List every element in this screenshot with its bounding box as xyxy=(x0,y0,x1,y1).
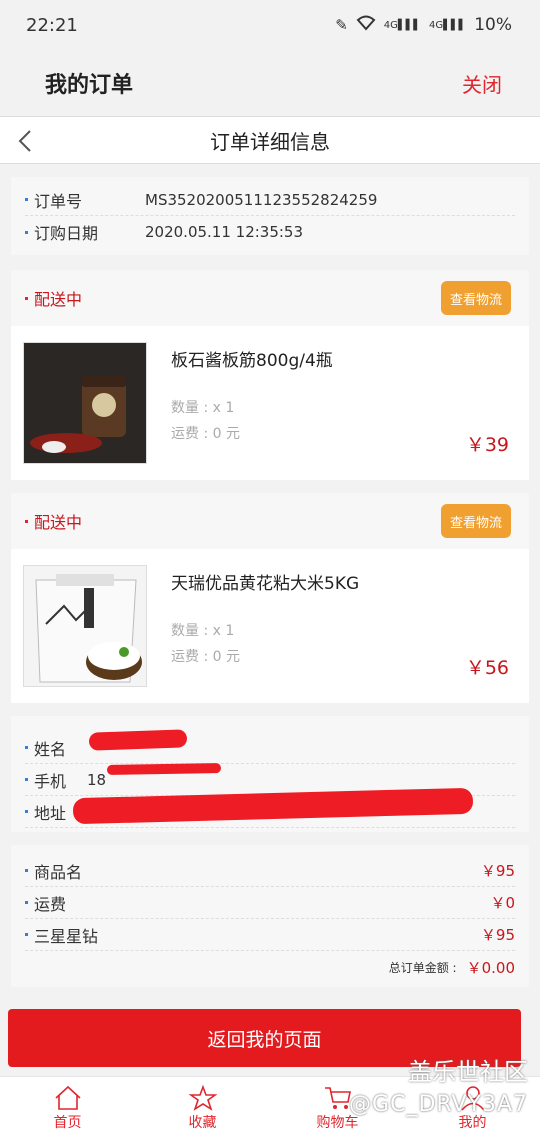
product-image xyxy=(23,565,147,687)
shipment-status: 配送中 xyxy=(25,286,82,310)
nav-bar: 订单详细信息 xyxy=(0,116,540,164)
summary-row-shipping: 运费 ￥0 xyxy=(25,887,515,919)
summary-row-points: 三星星钻 ￥95 xyxy=(25,919,515,951)
close-button[interactable]: 关闭 xyxy=(462,69,502,98)
total-label: 总订单金额 : xyxy=(388,960,457,975)
tab-home[interactable]: 首页 xyxy=(18,1085,118,1132)
product-name: 天瑞优品黄花粘大米5KG xyxy=(171,574,360,594)
tab-label: 首页 xyxy=(53,1115,82,1131)
shipment-header: 配送中 查看物流 xyxy=(11,270,529,326)
shipment-card-1: 配送中 查看物流 xyxy=(11,270,529,326)
battery-level: 10% xyxy=(474,15,512,35)
product-item-2[interactable]: 天瑞优品黄花粘大米5KG 数量 : x 1 运费 : 0 元 ￥56 xyxy=(11,549,529,703)
status-time: 22:21 xyxy=(26,14,78,36)
shipment-header: 配送中 查看物流 xyxy=(11,493,529,549)
name-label: 姓名 xyxy=(34,739,67,759)
signal-4g-1: 4G▌▌▌ xyxy=(383,19,421,31)
home-icon xyxy=(54,1085,81,1110)
summary-value: ￥95 xyxy=(480,862,515,880)
order-number-value: MS3520200511123552824259 xyxy=(145,190,378,209)
tab-label: 收藏 xyxy=(188,1115,217,1131)
summary-label: 运费 xyxy=(34,894,67,914)
view-logistics-button[interactable]: 查看物流 xyxy=(441,281,511,315)
product-shipping: 运费 : 0 元 xyxy=(171,649,240,665)
product-price: ￥39 xyxy=(465,434,509,456)
watermark-community: 盖乐世社区 xyxy=(408,1058,528,1086)
cart-icon xyxy=(324,1087,351,1109)
wifi-icon xyxy=(356,15,376,35)
chevron-left-icon xyxy=(18,130,31,152)
product-image xyxy=(23,342,147,464)
page-title: 我的订单 xyxy=(45,73,134,98)
redaction-mark xyxy=(88,729,188,751)
order-number-label: 订单号 xyxy=(34,191,83,211)
back-button[interactable] xyxy=(10,123,40,159)
summary-label: 三星星钻 xyxy=(34,926,99,946)
summary-label: 商品名 xyxy=(34,862,83,882)
order-info-card: 订单号 MS3520200511123552824259 订购日期 2020.0… xyxy=(11,177,529,255)
product-item-1[interactable]: 板石酱板筋800g/4瓶 数量 : x 1 运费 : 0 元 ￥39 xyxy=(11,326,529,480)
signal-4g-2: 4G▌▌▌ xyxy=(429,19,467,31)
summary-value: ￥0 xyxy=(490,894,515,912)
product-quantity: 数量 : x 1 xyxy=(171,623,235,639)
watermark-user: @GC_DRVY3A7 xyxy=(349,1092,528,1117)
tab-favorites[interactable]: 收藏 xyxy=(153,1085,253,1132)
total-row: 总订单金额 : ￥0.00 xyxy=(25,951,515,983)
summary-card: 商品名 ￥95 运费 ￥0 三星星钻 ￥95 总订单金额 : ￥0.00 xyxy=(11,845,529,987)
address-label: 地址 xyxy=(34,803,67,823)
customer-info-card: 姓名 手机 18 地址 xyxy=(11,716,529,832)
order-date-label: 订购日期 xyxy=(34,224,99,243)
redaction-mark xyxy=(106,763,222,775)
phone-value: 18 xyxy=(87,770,107,789)
summary-row-goods: 商品名 ￥95 xyxy=(25,855,515,887)
phone-label: 手机 xyxy=(34,771,67,791)
product-quantity: 数量 : x 1 xyxy=(171,400,235,416)
app-header: 我的订单 关闭 xyxy=(0,50,540,116)
status-bar: 22:21 ✎ 4G▌▌▌ 4G▌▌▌ 10% xyxy=(0,0,540,50)
shipment-status: 配送中 xyxy=(25,509,82,533)
shipment-card-2: 配送中 查看物流 xyxy=(11,493,529,549)
star-icon xyxy=(188,1085,217,1111)
product-name: 板石酱板筋800g/4瓶 xyxy=(171,351,333,371)
edit-icon: ✎ xyxy=(335,16,348,34)
product-shipping: 运费 : 0 元 xyxy=(171,426,240,442)
nav-title: 订单详细信息 xyxy=(210,129,330,154)
summary-value: ￥95 xyxy=(480,926,515,944)
status-icons: ✎ 4G▌▌▌ 4G▌▌▌ 10% xyxy=(335,15,512,35)
product-price: ￥56 xyxy=(465,657,509,679)
order-number-row: 订单号 MS3520200511123552824259 xyxy=(25,184,515,216)
order-date-value: 2020.05.11 12:35:53 xyxy=(145,223,304,241)
order-date-row: 订购日期 2020.05.11 12:35:53 xyxy=(25,216,515,248)
total-value: ￥0.00 xyxy=(466,958,515,977)
view-logistics-button[interactable]: 查看物流 xyxy=(441,504,511,538)
